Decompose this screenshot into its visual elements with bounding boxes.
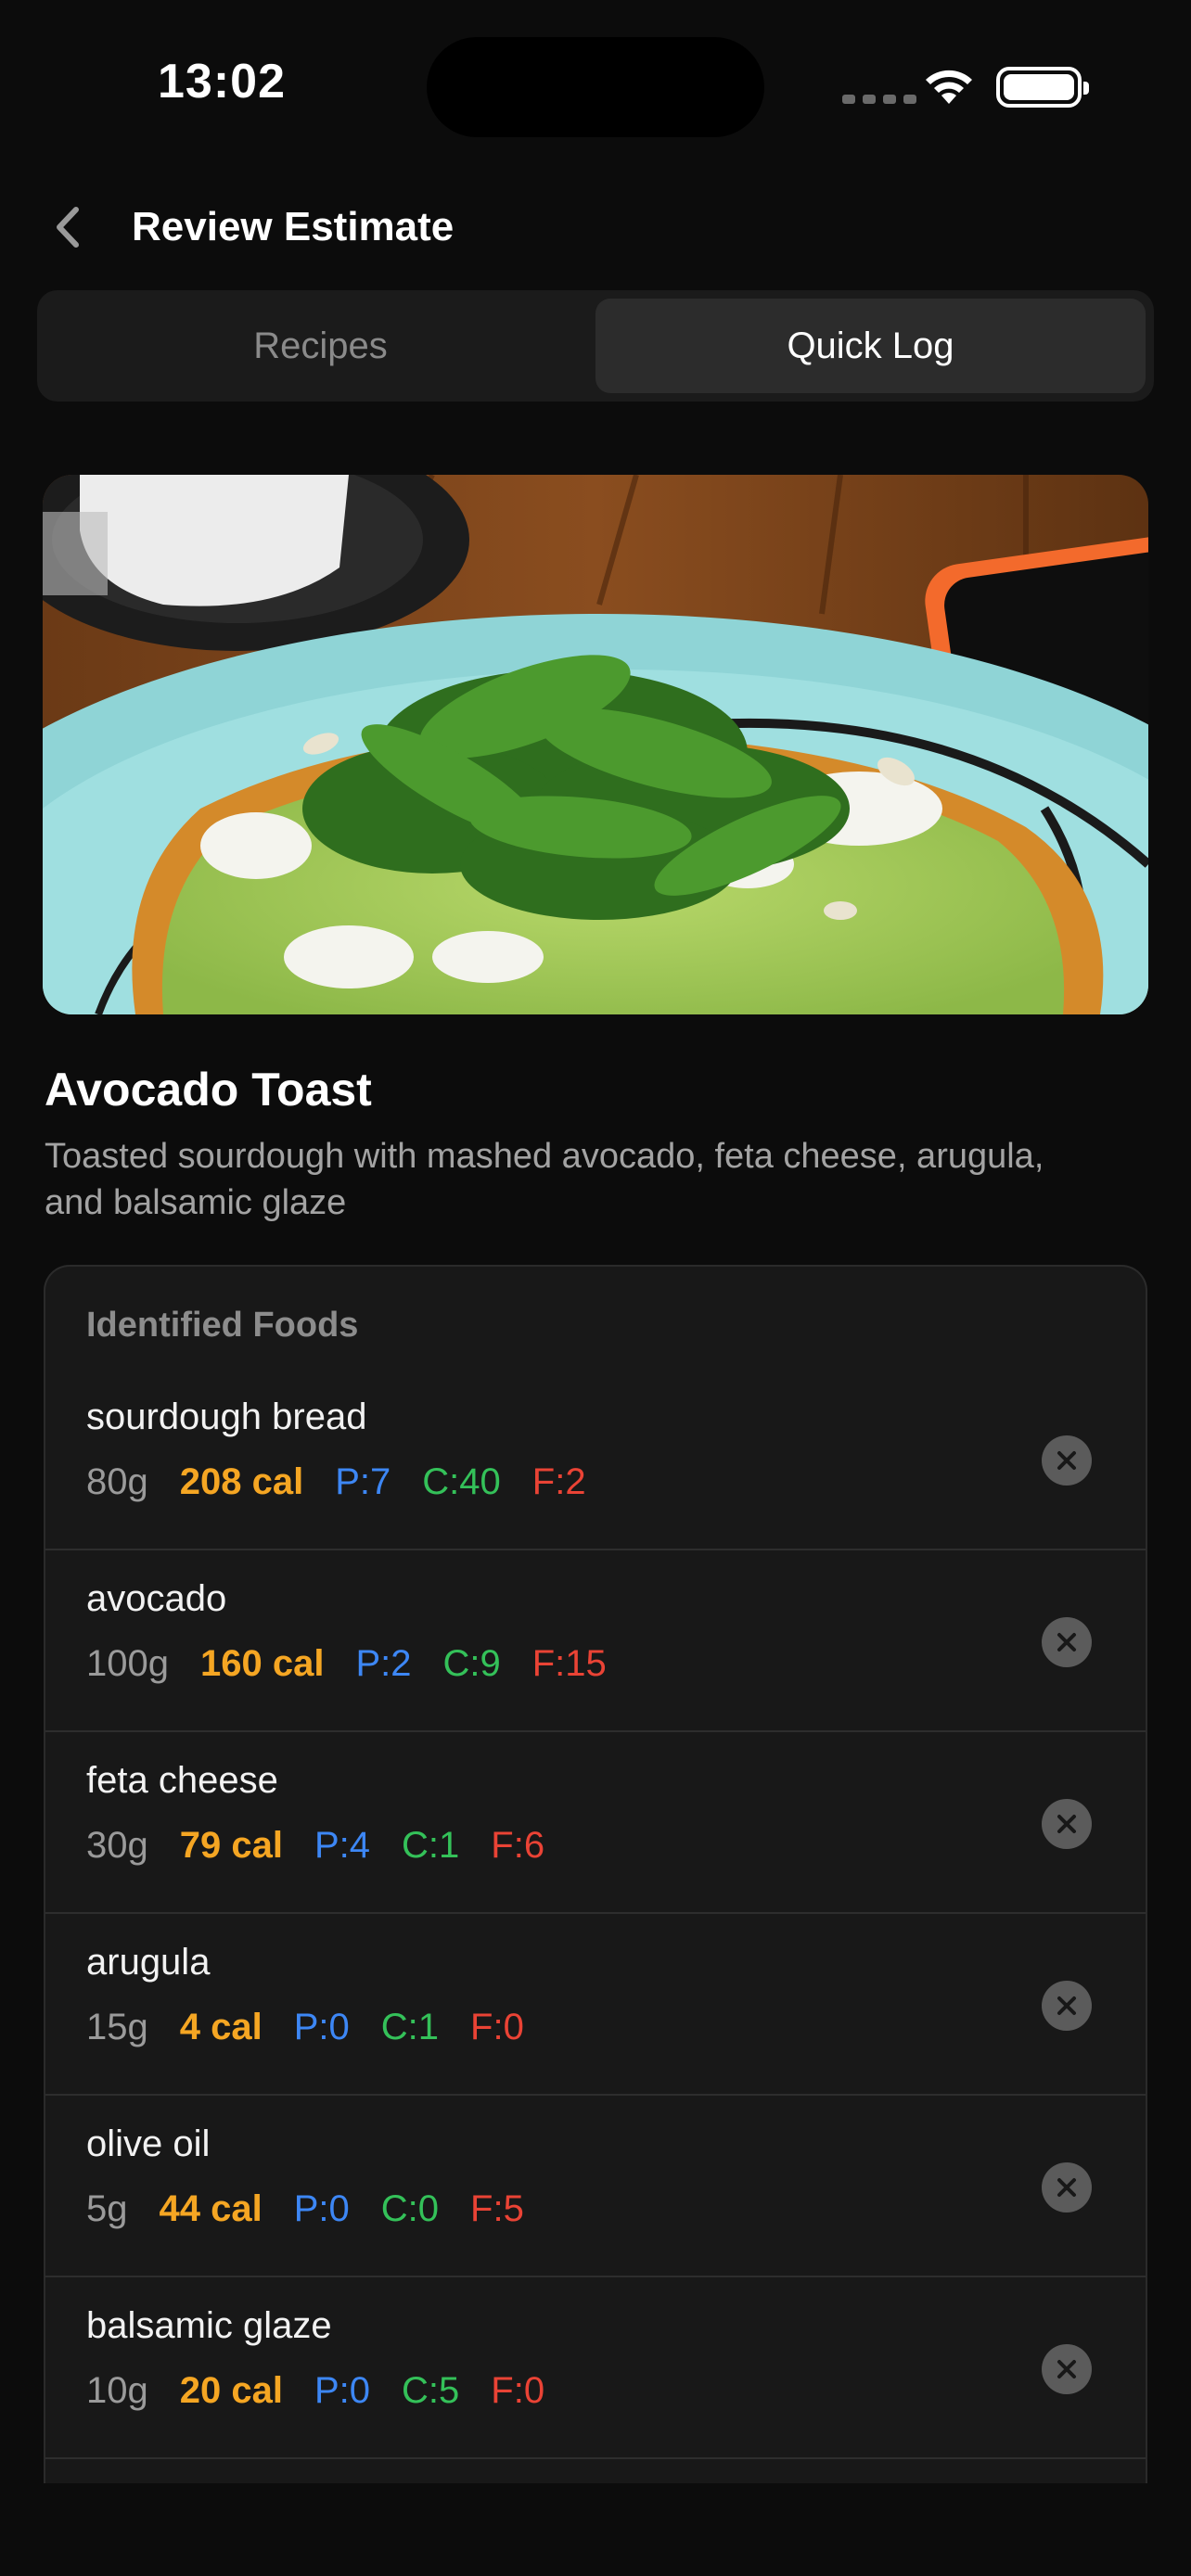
food-carbs: C:9 [442, 1643, 501, 1684]
food-calories: 79 cal [179, 1825, 283, 1866]
status-time: 13:02 [158, 55, 286, 108]
food-row[interactable]: feta cheese 30g 79 cal P:4 C:1 F:6 [45, 1732, 1146, 1914]
food-calories: 208 cal [179, 1461, 304, 1502]
food-name: olive oil [86, 2123, 211, 2164]
food-calories: 20 cal [179, 2370, 283, 2411]
food-carbs: C:0 [380, 2188, 440, 2229]
bottom-area [0, 2483, 1191, 2576]
food-fat: F:0 [470, 2007, 524, 2047]
food-list: sourdough bread 80g 208 cal P:7 C:40 F:2… [45, 1369, 1146, 2459]
close-icon [1057, 1451, 1076, 1470]
close-icon [1057, 2360, 1076, 2378]
navigation-bar: Review Estimate [0, 185, 1191, 269]
segmented-control: Recipes Quick Log [37, 290, 1154, 402]
food-carbs: C:40 [422, 1461, 501, 1502]
battery-icon [996, 67, 1089, 108]
food-carbs: C:1 [402, 1825, 460, 1866]
food-grams: 5g [86, 2188, 128, 2229]
food-macros: 15g 4 cal P:0 C:1 F:0 [86, 2007, 524, 2048]
food-calories: 4 cal [179, 2007, 263, 2047]
remove-food-button[interactable] [1042, 1435, 1092, 1486]
food-name: arugula [86, 1942, 211, 1983]
tab-recipes[interactable]: Recipes [45, 299, 596, 393]
food-macros: 80g 208 cal P:7 C:40 F:2 [86, 1461, 586, 1503]
food-fat: F:5 [470, 2188, 524, 2229]
remove-food-button[interactable] [1042, 2162, 1092, 2213]
food-protein: P:7 [335, 1461, 391, 1502]
close-icon [1057, 2178, 1076, 2197]
food-fat: F:0 [491, 2370, 545, 2411]
remove-food-button[interactable] [1042, 2344, 1092, 2394]
back-button[interactable] [43, 198, 98, 256]
remove-food-button[interactable] [1042, 1617, 1092, 1667]
dynamic-island [427, 37, 764, 137]
food-carbs: C:1 [380, 2007, 440, 2047]
food-macros: 100g 160 cal P:2 C:9 F:15 [86, 1643, 607, 1685]
food-calories: 44 cal [159, 2188, 263, 2229]
food-grams: 15g [86, 2007, 148, 2047]
food-calories: 160 cal [199, 1643, 325, 1684]
page-title: Review Estimate [132, 204, 455, 249]
food-name: balsamic glaze [86, 2305, 332, 2346]
remove-food-button[interactable] [1042, 1799, 1092, 1849]
food-name: sourdough bread [86, 1396, 367, 1437]
close-icon [1057, 1633, 1076, 1651]
food-grams: 10g [86, 2370, 148, 2411]
tab-quick-log[interactable]: Quick Log [596, 299, 1146, 393]
food-protein: P:0 [293, 2188, 350, 2229]
food-row[interactable]: arugula 15g 4 cal P:0 C:1 F:0 [45, 1914, 1146, 2096]
food-name: feta cheese [86, 1760, 278, 1801]
food-macros: 10g 20 cal P:0 C:5 F:0 [86, 2370, 544, 2412]
food-protein: P:4 [314, 1825, 371, 1866]
food-row[interactable]: olive oil 5g 44 cal P:0 C:0 F:5 [45, 2096, 1146, 2277]
food-fat: F:15 [531, 1643, 607, 1684]
food-row[interactable]: balsamic glaze 10g 20 cal P:0 C:5 F:0 [45, 2277, 1146, 2459]
food-name: avocado [86, 1578, 227, 1619]
meal-description: Toasted sourdough with mashed avocado, f… [45, 1137, 1044, 1222]
identified-foods-card: Identified Foods sourdough bread 80g 208… [44, 1265, 1147, 2489]
close-icon [1057, 1996, 1076, 2015]
food-row[interactable]: avocado 100g 160 cal P:2 C:9 F:15 [45, 1550, 1146, 1732]
status-bar: 13:02 [0, 0, 1191, 176]
meal-title: Avocado Toast [45, 1064, 372, 1116]
food-fat: F:6 [491, 1825, 545, 1866]
close-icon [1057, 1815, 1076, 1833]
food-fat: F:2 [531, 1461, 586, 1502]
food-protein: P:0 [293, 2007, 350, 2047]
food-protein: P:0 [314, 2370, 371, 2411]
food-grams: 80g [86, 1461, 148, 1502]
food-protein: P:2 [355, 1643, 412, 1684]
food-macros: 30g 79 cal P:4 C:1 F:6 [86, 1825, 544, 1867]
meal-photo [43, 475, 1148, 1014]
wifi-icon [926, 70, 972, 104]
remove-food-button[interactable] [1042, 1981, 1092, 2031]
card-header: Identified Foods [86, 1306, 359, 1345]
food-macros: 5g 44 cal P:0 C:0 F:5 [86, 2188, 524, 2230]
food-carbs: C:5 [402, 2370, 460, 2411]
food-row[interactable]: sourdough bread 80g 208 cal P:7 C:40 F:2 [45, 1369, 1146, 1550]
food-grams: 100g [86, 1643, 169, 1684]
food-grams: 30g [86, 1825, 148, 1866]
chevron-left-icon [57, 207, 79, 248]
cellular-signal-icon [842, 95, 916, 104]
